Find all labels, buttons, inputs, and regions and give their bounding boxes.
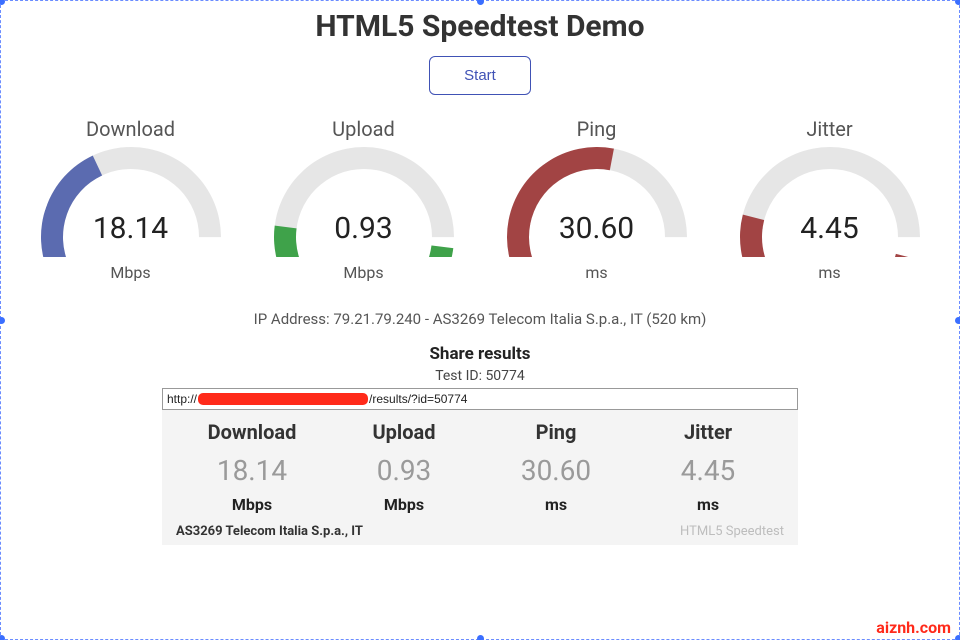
card-unit: Mbps (176, 495, 328, 514)
gauge-jitter: Jitter 4.45 ms (718, 117, 941, 282)
start-button[interactable]: Start (429, 56, 531, 95)
card-value: 4.45 (632, 454, 784, 487)
card-col-upload: Upload 0.93 Mbps (328, 420, 480, 514)
card-label: Ping (480, 420, 632, 444)
watermark: aiznh.com (876, 618, 951, 637)
results-card: Download 18.14 Mbps Upload 0.93 Mbps Pin… (162, 410, 798, 545)
gauge-unit: ms (485, 263, 708, 282)
card-isp: AS3269 Telecom Italia S.p.a., IT (176, 524, 363, 539)
card-value: 18.14 (176, 454, 328, 487)
gauge-label: Jitter (718, 117, 941, 141)
gauge-arc: 0.93 (264, 147, 464, 257)
gauge-ping: Ping 30.60 ms (485, 117, 708, 282)
selection-handle (477, 0, 484, 5)
gauge-value: 4.45 (730, 211, 930, 246)
gauge-unit: Mbps (19, 263, 242, 282)
card-label: Jitter (632, 420, 784, 444)
gauges-row: Download 18.14 Mbps Upload 0.93 Mbps Pin… (9, 117, 951, 282)
gauge-value: 30.60 (497, 211, 697, 246)
gauge-label: Ping (485, 117, 708, 141)
card-unit: ms (480, 495, 632, 514)
page: HTML5 Speedtest Demo Start Download 18.1… (0, 0, 960, 640)
card-label: Download (176, 420, 328, 444)
selection-handle (0, 0, 5, 5)
selection-handle (0, 317, 5, 324)
redacted-host (198, 393, 368, 405)
gauge-arc: 18.14 (31, 147, 231, 257)
gauge-unit: Mbps (252, 263, 475, 282)
test-id-label: Test ID: 50774 (9, 368, 951, 384)
selection-handle (955, 0, 960, 5)
card-brand: HTML5 Speedtest (680, 524, 784, 539)
card-label: Upload (328, 420, 480, 444)
card-value: 0.93 (328, 454, 480, 487)
gauge-label: Upload (252, 117, 475, 141)
card-value: 30.60 (480, 454, 632, 487)
gauge-unit: ms (718, 263, 941, 282)
gauge-download: Download 18.14 Mbps (19, 117, 242, 282)
card-unit: Mbps (328, 495, 480, 514)
page-title: HTML5 Speedtest Demo (9, 9, 951, 44)
selection-handle (477, 635, 484, 640)
gauge-label: Download (19, 117, 242, 141)
gauge-value: 18.14 (31, 211, 231, 246)
gauge-value: 0.93 (264, 211, 464, 246)
card-col-download: Download 18.14 Mbps (176, 420, 328, 514)
url-suffix: /results/?id=50774 (369, 392, 467, 406)
card-col-jitter: Jitter 4.45 ms (632, 420, 784, 514)
gauge-arc: 30.60 (497, 147, 697, 257)
url-prefix: http:// (167, 392, 197, 406)
gauge-arc: 4.45 (730, 147, 930, 257)
card-col-ping: Ping 30.60 ms (480, 420, 632, 514)
gauge-upload: Upload 0.93 Mbps (252, 117, 475, 282)
card-unit: ms (632, 495, 784, 514)
share-url-input[interactable]: http:// /results/?id=50774 (162, 388, 798, 410)
selection-handle (955, 317, 960, 324)
share-results-title: Share results (9, 344, 951, 364)
selection-handle (0, 635, 5, 640)
ip-address-line: IP Address: 79.21.79.240 - AS3269 Teleco… (9, 310, 951, 328)
selection-handle (955, 635, 960, 640)
